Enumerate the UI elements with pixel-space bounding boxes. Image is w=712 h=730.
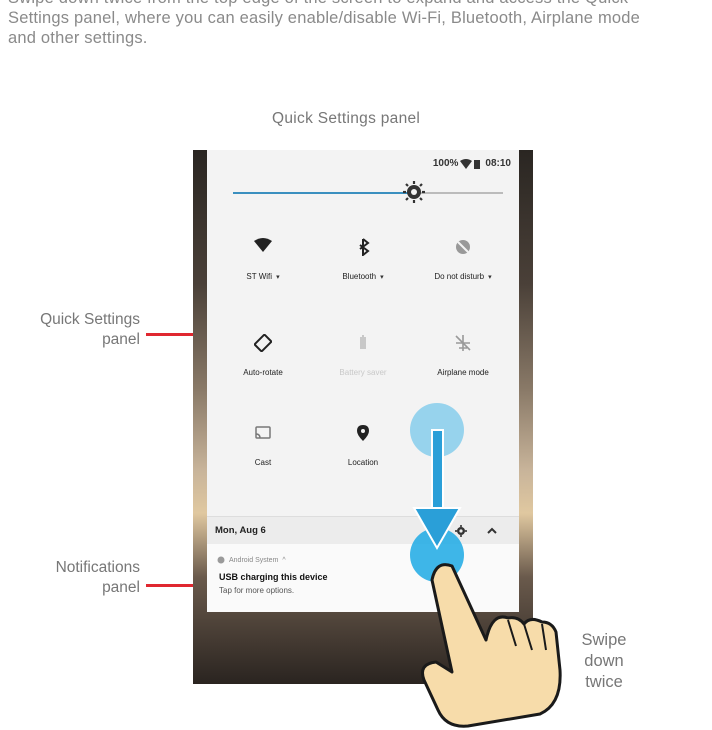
tile-label-text: Cast [254,458,272,467]
tile-st-wifi[interactable]: ST Wifi ▾ [213,234,313,281]
wifi-icon [213,234,313,260]
tile-label-text: ST Wifi [246,272,273,281]
swipe-label: Swipe down twice [570,630,638,693]
tile-label: Airplane mode [413,368,513,377]
settings-gear-icon[interactable] [455,525,467,537]
notification-title: USB charging this device [219,572,328,582]
callout-notifications-line-1: Notifications [55,559,140,576]
tile-label-text: Do not disturb [434,272,485,281]
battery-percent: 100% [432,158,459,169]
notification-source-label: Android System [229,556,279,564]
collapse-chevron-icon[interactable] [487,527,497,535]
dropdown-arrow-icon[interactable]: ▾ [488,273,492,281]
tile-label-text: Location [347,458,379,467]
tile-label: Location [313,458,413,467]
callout-notifications: Notifications panel [10,558,140,598]
dropdown-arrow-icon[interactable]: ▾ [380,273,384,281]
tile-battery-saver[interactable]: Battery saver [313,330,413,377]
notification-expand-icon: ^ [282,556,286,564]
brightness-track-filled [233,192,414,194]
android-system-icon [217,556,225,564]
tile-auto-rotate[interactable]: Auto-rotate [213,330,313,377]
status-bar: 100% 08:10 [433,158,511,169]
brightness-slider-handle[interactable] [402,180,426,204]
tile-label: ST Wifi ▾ [213,272,313,281]
bluetooth-icon [313,234,413,260]
callout-quick-settings-line-1: Quick Settings [40,311,140,328]
callout-quick-settings: Quick Settings panel [10,310,140,350]
cast-icon [213,420,313,446]
status-time: 08:10 [485,158,511,169]
brightness-track-empty [414,192,503,194]
battery-status-icon [474,159,481,169]
auto-rotate-icon [213,330,313,356]
swipe-label-line-3: twice [585,673,623,691]
tile-label: Cast [213,458,313,467]
airplane-icon [413,330,513,356]
tile-label-text: Bluetooth [342,272,377,281]
tile-location[interactable]: Location [313,420,413,467]
tile-label: Battery saver [313,368,413,377]
panel-heading: Quick Settings panel [272,110,421,127]
tile-bluetooth[interactable]: Bluetooth ▾ [313,234,413,281]
intro-line-2: Settings panel, where you can easily ena… [8,9,641,27]
do-not-disturb-icon [413,234,513,260]
swipe-label-line-2: down [584,652,624,670]
quick-settings-panel: 100% 08:10 ST Wifi ▾ Bluetooth ▾ Do not dist… [207,150,519,516]
tile-label-text: Airplane mode [437,368,489,377]
swipe-label-line-1: Swipe [581,631,627,649]
callout-quick-settings-line-2: panel [102,331,140,348]
location-icon [313,420,413,446]
tile-airplane-mode[interactable]: Airplane mode [413,330,513,377]
notification-card[interactable]: Android System ^ USB charging this devic… [207,544,519,612]
wifi-status-icon [460,158,473,169]
tile-label-text: Battery saver [339,368,387,377]
intro-line-1: Swipe down twice from the top edge of th… [8,0,712,8]
notification-subtitle: Tap for more options. [219,586,295,595]
battery-icon [313,330,413,356]
tile-label-text: Auto-rotate [243,368,283,377]
notification-date: Mon, Aug 6 [215,525,266,536]
dropdown-arrow-icon[interactable]: ▾ [276,273,280,281]
tile-label: Do not disturb ▾ [413,272,513,281]
notification-source: Android System ^ [217,556,286,564]
tile-label: Bluetooth ▾ [313,272,413,281]
notification-header: Mon, Aug 6 [207,516,519,545]
phone-screen: 100% 08:10 ST Wifi ▾ Bluetooth ▾ Do not dist… [193,150,533,684]
tile-cast[interactable]: Cast [213,420,313,467]
tile-label: Auto-rotate [213,368,313,377]
tile-do-not-disturb[interactable]: Do not disturb ▾ [413,234,513,281]
intro-text: Swipe down twice from the top edge of th… [8,0,712,48]
callout-notifications-line-2: panel [102,579,140,596]
intro-line-3: and other settings. [8,29,148,47]
